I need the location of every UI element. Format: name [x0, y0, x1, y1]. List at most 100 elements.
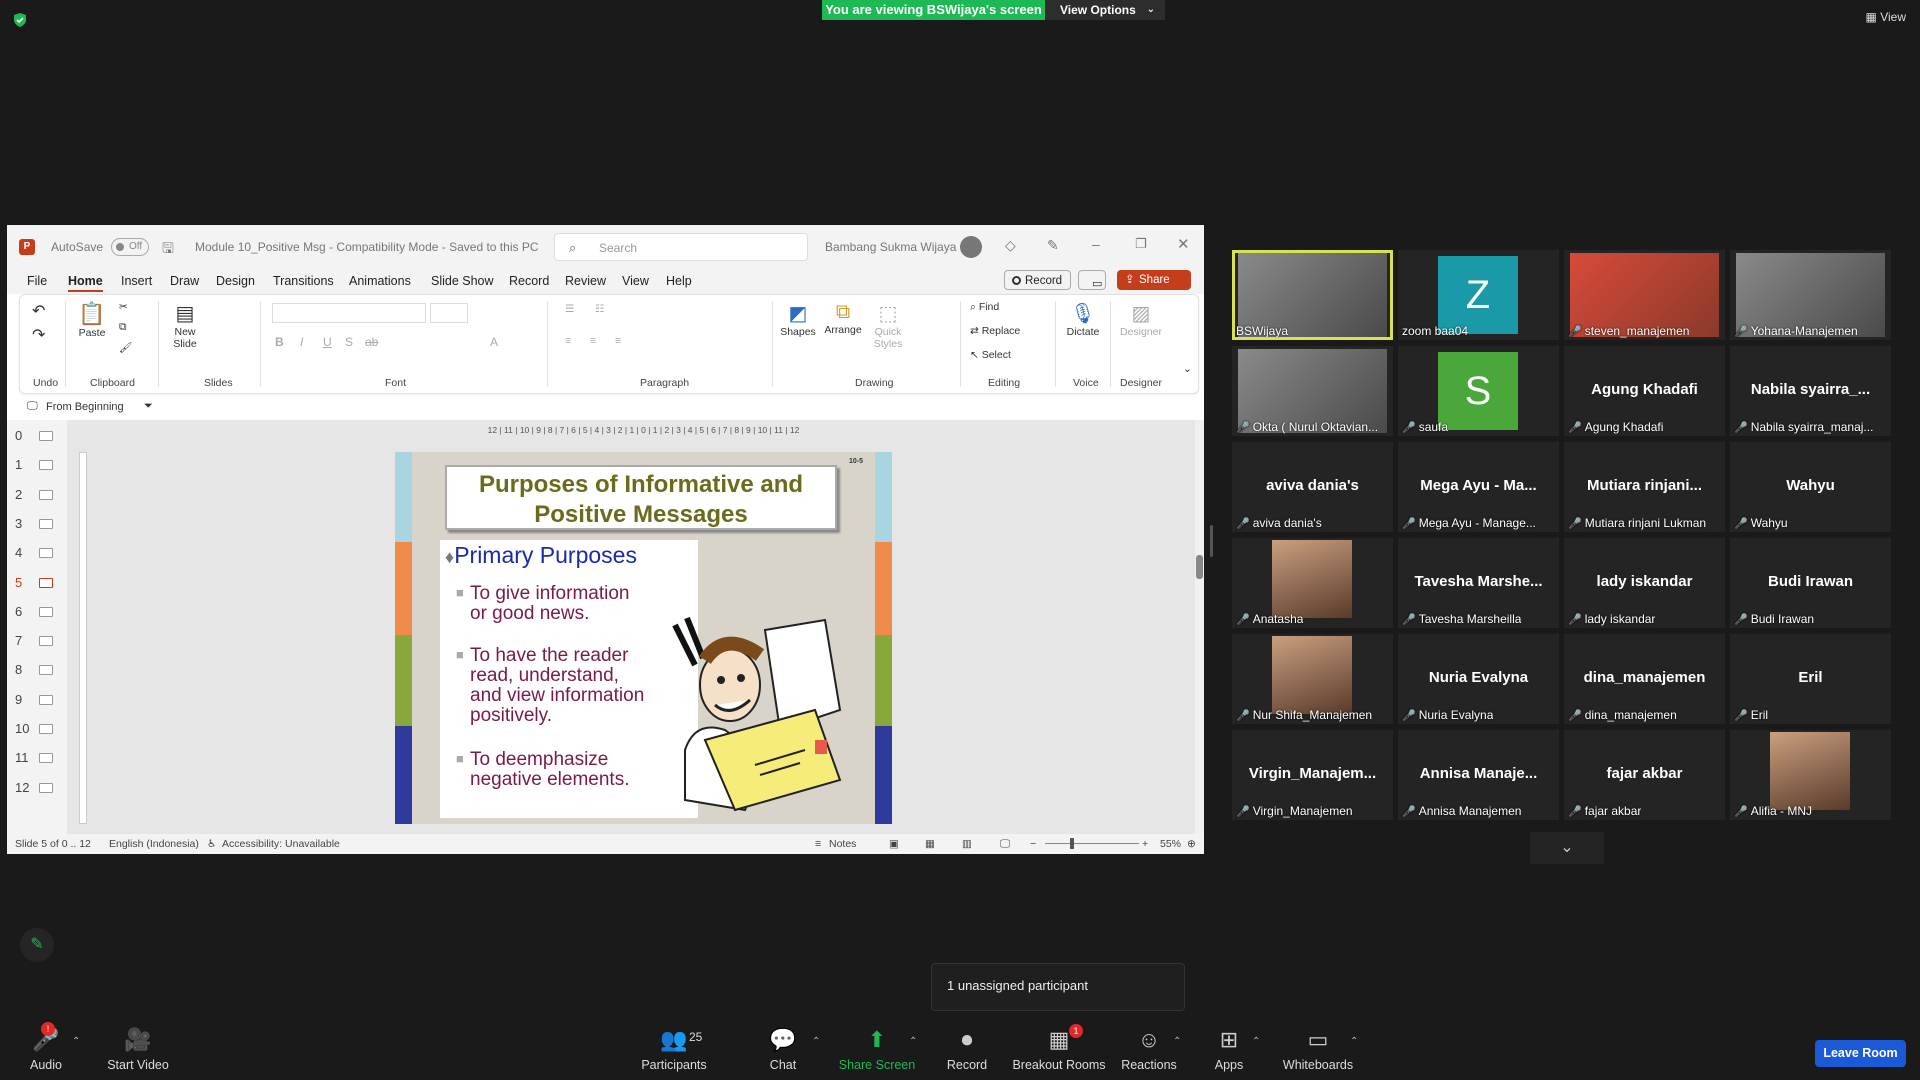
tab-slide-show[interactable]: Slide Show: [431, 274, 494, 288]
zoom-out-icon[interactable]: −: [1030, 838, 1036, 850]
participant-tile[interactable]: Annisa Manaje... 🎤 Annisa Manajemen: [1398, 730, 1559, 820]
replace-button[interactable]: ⇄ Replace: [970, 325, 1020, 337]
numbering-icon[interactable]: ☷: [595, 303, 604, 315]
select-button[interactable]: ↖ Select: [970, 349, 1011, 361]
slide-thumbnail[interactable]: 1: [15, 457, 65, 472]
participant-tile[interactable]: S 🎤 saufa: [1398, 346, 1559, 436]
panel-resize-handle[interactable]: [1210, 525, 1213, 557]
slide-thumbnail[interactable]: 7: [15, 633, 65, 648]
share-button[interactable]: ⇪ Share: [1117, 270, 1191, 290]
participant-tile[interactable]: 🎤 Okta ( Nurul Oktavian...: [1232, 346, 1393, 436]
slide-sorter-icon[interactable]: ▦: [925, 838, 935, 850]
normal-view-icon[interactable]: ▣: [889, 838, 899, 850]
tab-view[interactable]: View: [622, 274, 649, 288]
participant-tile[interactable]: Tavesha Marshe... 🎤 Tavesha Marsheilla: [1398, 538, 1559, 628]
copy-icon[interactable]: ⧉: [119, 321, 127, 334]
search-box[interactable]: ⌕ Search: [554, 233, 808, 261]
security-shield-icon[interactable]: [12, 12, 28, 28]
slide-thumbnail[interactable]: 11: [15, 750, 65, 765]
slide-thumbnail[interactable]: 3: [15, 516, 65, 531]
tab-insert[interactable]: Insert: [121, 274, 152, 288]
zoom-slider[interactable]: [1045, 838, 1139, 849]
reading-view-icon[interactable]: ▥: [962, 838, 972, 850]
zoom-level[interactable]: 55%: [1160, 838, 1181, 850]
participant-tile[interactable]: Eril 🎤 Eril: [1730, 634, 1891, 724]
from-beginning-button[interactable]: From Beginning: [46, 401, 124, 413]
font-color-icon[interactable]: A: [490, 335, 498, 349]
participant-tile[interactable]: 🎤 Nur Shifa_Manajemen: [1232, 634, 1393, 724]
tab-review[interactable]: Review: [565, 274, 606, 288]
annotate-pencil-button[interactable]: ✎: [20, 928, 54, 962]
font-size-box[interactable]: [430, 303, 468, 323]
notes-button[interactable]: Notes: [829, 838, 856, 850]
participant-tile[interactable]: Zzoom baa04: [1398, 250, 1559, 340]
slide-canvas[interactable]: 10-5 Purposes of Informative and Positiv…: [395, 452, 892, 824]
shadow-icon[interactable]: S: [345, 335, 353, 349]
record-button[interactable]: Record: [1004, 270, 1071, 290]
participants-button[interactable]: 👥 Participants 25: [619, 1026, 729, 1072]
tab-help[interactable]: Help: [666, 274, 692, 288]
participant-tile[interactable]: BSWijaya: [1232, 250, 1393, 340]
tab-draw[interactable]: Draw: [170, 274, 199, 288]
redo-icon[interactable]: ↷: [32, 325, 45, 345]
save-icon[interactable]: 🖫: [162, 238, 174, 262]
pen-icon[interactable]: ✎: [1047, 237, 1059, 254]
minimize-icon[interactable]: –: [1092, 236, 1100, 252]
tab-file[interactable]: File: [27, 274, 47, 288]
close-icon[interactable]: ✕: [1177, 235, 1190, 253]
user-avatar[interactable]: [960, 236, 982, 258]
tab-record[interactable]: Record: [509, 274, 549, 288]
italic-icon[interactable]: I: [300, 335, 303, 349]
slide-thumbnail[interactable]: 10: [15, 721, 65, 736]
language-status[interactable]: English (Indonesia): [109, 838, 199, 850]
undo-icon[interactable]: ↶: [32, 301, 45, 321]
whiteboards-button[interactable]: ▭ Whiteboards: [1263, 1026, 1373, 1072]
strikethrough-icon[interactable]: ab: [365, 335, 378, 349]
gallery-next-page-button[interactable]: ⌄: [1530, 832, 1604, 864]
slide-thumbnail[interactable]: 0: [15, 428, 65, 443]
restore-icon[interactable]: ❐: [1135, 236, 1147, 252]
audio-options-caret[interactable]: ⌃: [72, 1036, 80, 1047]
participant-tile[interactable]: aviva dania's 🎤 aviva dania's: [1232, 442, 1393, 532]
diamond-icon[interactable]: ◇: [1005, 237, 1016, 254]
font-name-box[interactable]: [272, 303, 426, 323]
vertical-scrollbar[interactable]: [1195, 420, 1204, 834]
align-left-icon[interactable]: ≡: [565, 335, 571, 347]
tab-design[interactable]: Design: [216, 274, 255, 288]
format-painter-icon[interactable]: 🖌: [119, 341, 132, 354]
participant-tile[interactable]: fajar akbar 🎤 fajar akbar: [1564, 730, 1725, 820]
participant-tile[interactable]: 🎤 Anatasha: [1232, 538, 1393, 628]
find-button[interactable]: ⌕ Find: [970, 301, 999, 314]
quick-styles-button[interactable]: ⬚ Quick Styles: [870, 301, 906, 350]
customize-toolbar-icon[interactable]: ⏷: [144, 400, 153, 413]
slide-thumbnail[interactable]: 9: [15, 692, 65, 707]
accessibility-status[interactable]: Accessibility: Unavailable: [222, 838, 340, 850]
slide-thumbnail[interactable]: 12: [15, 780, 65, 795]
participant-tile[interactable]: Nabila syairra_... 🎤 Nabila syairra_manaj.…: [1730, 346, 1891, 436]
view-button[interactable]: ▦ View: [1866, 10, 1906, 24]
participant-tile[interactable]: 🎤 steven_manajemen: [1564, 250, 1725, 340]
participant-tile[interactable]: Mega Ayu - Ma... 🎤 Mega Ayu - Manage...: [1398, 442, 1559, 532]
tab-transitions[interactable]: Transitions: [273, 274, 334, 288]
participant-tile[interactable]: lady iskandar 🎤 lady iskandar: [1564, 538, 1725, 628]
participant-tile[interactable]: Mutiara rinjani... 🎤 Mutiara rinjani Lukma…: [1564, 442, 1725, 532]
chat-options-caret[interactable]: ⌃: [812, 1036, 820, 1047]
participant-tile[interactable]: dina_manajemen 🎤 dina_manajemen: [1564, 634, 1725, 724]
view-options-button[interactable]: View Options ⌄: [1045, 0, 1165, 20]
align-center-icon[interactable]: ≡: [590, 335, 596, 347]
leave-room-button[interactable]: Leave Room: [1815, 1040, 1906, 1067]
autosave-toggle[interactable]: Off: [111, 238, 149, 256]
tab-home[interactable]: Home: [68, 274, 103, 292]
bold-icon[interactable]: B: [275, 335, 284, 349]
align-right-icon[interactable]: ≡: [615, 335, 621, 347]
slide-thumbnail[interactable]: 2: [15, 487, 65, 502]
start-video-button[interactable]: 🎥 Start Video: [83, 1026, 193, 1072]
cut-icon[interactable]: ✂: [119, 301, 128, 313]
scrollbar-thumb[interactable]: [1196, 555, 1203, 579]
slide-thumbnail[interactable]: 8: [15, 662, 65, 677]
comments-button[interactable]: ▭: [1078, 270, 1106, 290]
participant-tile[interactable]: Budi Irawan 🎤 Budi Irawan: [1730, 538, 1891, 628]
slide-thumbnail[interactable]: 6: [15, 604, 65, 619]
participant-tile[interactable]: Virgin_Manajem... 🎤 Virgin_Manajemen: [1232, 730, 1393, 820]
shapes-button[interactable]: ◩ Shapes: [780, 301, 816, 338]
